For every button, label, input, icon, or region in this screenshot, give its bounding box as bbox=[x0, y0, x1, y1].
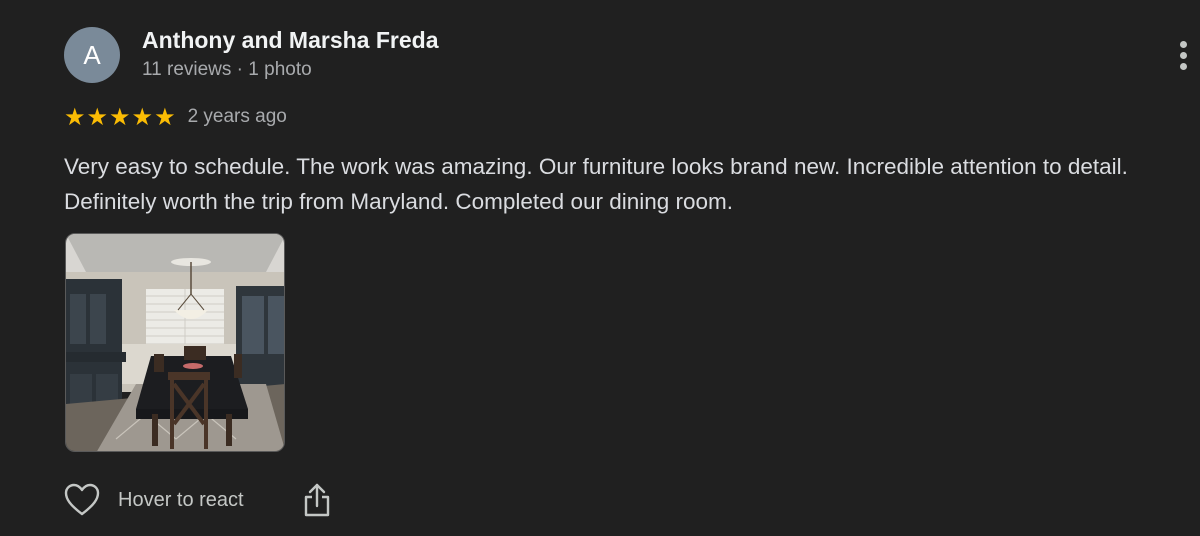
star-rating: ★ ★ ★ ★ ★ bbox=[64, 105, 176, 129]
more-vertical-icon-dot bbox=[1180, 52, 1187, 59]
review-photo[interactable] bbox=[65, 233, 285, 452]
more-vertical-icon-dot bbox=[1180, 63, 1187, 70]
more-vertical-icon bbox=[1180, 41, 1187, 48]
review-date: 2 years ago bbox=[187, 106, 287, 127]
avatar[interactable]: A bbox=[64, 27, 120, 83]
star-icon: ★ bbox=[86, 103, 109, 131]
share-button[interactable] bbox=[302, 482, 332, 518]
share-icon bbox=[304, 483, 330, 517]
reviewer-meta: 11 reviews · 1 photo bbox=[142, 59, 312, 80]
star-icon: ★ bbox=[109, 103, 131, 131]
star-icon: ★ bbox=[154, 103, 176, 131]
star-icon: ★ bbox=[64, 103, 86, 131]
review-text: Very easy to schedule. The work was amaz… bbox=[64, 154, 1128, 214]
react-button[interactable]: Hover to react bbox=[64, 480, 244, 520]
reviewer-name[interactable]: Anthony and Marsha Freda bbox=[142, 27, 438, 54]
review-card: A Anthony and Marsha Freda 11 reviews · … bbox=[0, 0, 1200, 536]
star-icon: ★ bbox=[131, 103, 154, 131]
more-options-button[interactable] bbox=[1172, 38, 1196, 72]
heart-outline-icon bbox=[64, 483, 100, 516]
dining-room-photo-image bbox=[66, 234, 284, 451]
rating-row: ★ ★ ★ ★ ★ 2 years ago bbox=[64, 104, 287, 130]
react-label: Hover to react bbox=[118, 488, 244, 511]
